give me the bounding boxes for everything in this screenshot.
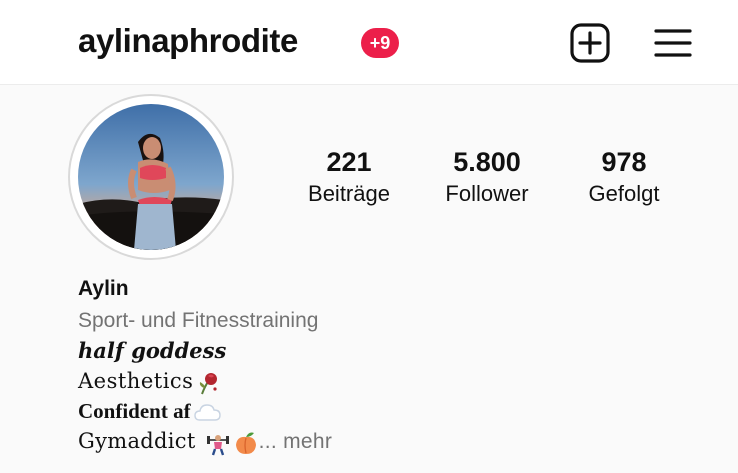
- username-title[interactable]: aylinaphrodite: [78, 22, 298, 60]
- menu-icon[interactable]: [652, 22, 694, 64]
- stat-posts[interactable]: 221 Beiträge: [274, 146, 424, 209]
- bio-line-2: Aesthetics: [78, 366, 332, 396]
- followers-label: Follower: [445, 181, 529, 206]
- stat-following[interactable]: 978 Gefolgt: [549, 146, 699, 209]
- profile-photo[interactable]: [78, 104, 224, 250]
- followers-count: 5.800: [453, 147, 521, 177]
- following-count: 978: [601, 147, 647, 177]
- bio-line-4: Gymaddict ... mehr: [78, 426, 332, 457]
- peach-emoji: [233, 430, 259, 456]
- weightlifter-emoji: [205, 430, 231, 456]
- cloud-emoji: [193, 400, 221, 426]
- category-label: Sport- und Fitnesstraining: [78, 309, 319, 332]
- bio-line-2-text: Aesthetics: [78, 369, 194, 393]
- wilted-rose-emoji: [195, 370, 221, 396]
- posts-count: 221: [326, 147, 372, 177]
- notification-badge[interactable]: +9: [361, 28, 399, 58]
- bio-line-3-text: Confident af: [78, 399, 191, 423]
- following-label: Gefolgt: [588, 181, 660, 206]
- stat-followers[interactable]: 5.800 Follower: [412, 146, 562, 209]
- more-link[interactable]: ... mehr: [259, 430, 333, 453]
- add-post-icon[interactable]: [569, 22, 611, 64]
- posts-label: Beiträge: [308, 181, 390, 206]
- bio-line-1: half goddess: [78, 338, 227, 363]
- bio-section: Aylin Sport- und Fitnesstraining half go…: [78, 274, 332, 457]
- top-bar: aylinaphrodite +9: [0, 0, 738, 85]
- bio-line-3: Confident af: [78, 396, 332, 426]
- display-name: Aylin: [78, 277, 129, 300]
- bio-line-4-text: Gymaddict: [78, 429, 196, 454]
